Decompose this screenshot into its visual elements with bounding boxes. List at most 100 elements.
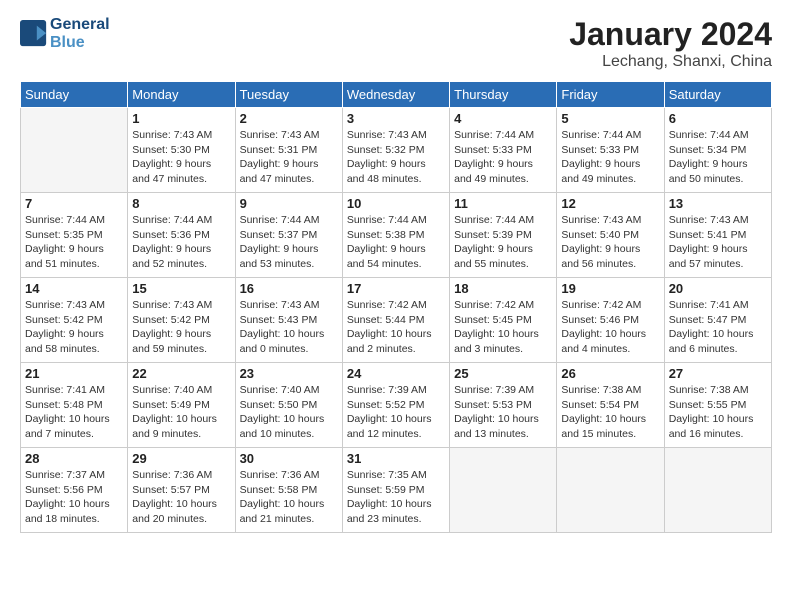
day-number: 21 [25,366,123,381]
calendar-cell: 8 Sunrise: 7:44 AMSunset: 5:36 PMDaylight… [128,193,235,278]
day-number: 23 [240,366,338,381]
day-info: Sunrise: 7:36 AMSunset: 5:58 PMDaylight:… [240,468,338,527]
calendar-cell: 19 Sunrise: 7:42 AMSunset: 5:46 PMDayligh… [557,278,664,363]
week-row-1: 1Sunrise: 7:43 AMSunset: 5:30 PMDaylight… [21,108,772,193]
day-number: 28 [25,451,123,466]
logo-blue: Blue [50,34,110,52]
day-info: Sunrise: 7:44 AMSunset: 5:36 PMDaylight:… [132,213,230,272]
day-info: Sunrise: 7:42 AMSunset: 5:44 PMDaylight:… [347,298,445,357]
day-info: Sunrise: 7:43 AMSunset: 5:42 PMDaylight:… [132,298,230,357]
calendar-cell: 18 Sunrise: 7:42 AMSunset: 5:45 PMDayligh… [450,278,557,363]
day-number: 16 [240,281,338,296]
day-number: 25 [454,366,552,381]
calendar-cell: 29 Sunrise: 7:36 AMSunset: 5:57 PMDayligh… [128,448,235,533]
day-header-tuesday: Tuesday [235,82,342,108]
day-info: Sunrise: 7:43 AMSunset: 5:43 PMDaylight:… [240,298,338,357]
calendar-cell: 9Sunrise: 7:44 AMSunset: 5:37 PMDaylight… [235,193,342,278]
day-header-sunday: Sunday [21,82,128,108]
calendar-cell [450,448,557,533]
day-number: 26 [561,366,659,381]
calendar-cell [664,448,771,533]
calendar-subtitle: Lechang, Shanxi, China [569,53,772,71]
day-number: 12 [561,196,659,211]
day-number: 10 [347,196,445,211]
calendar-cell [21,108,128,193]
day-info: Sunrise: 7:43 AMSunset: 5:32 PMDaylight:… [347,128,445,187]
calendar-cell: 25 Sunrise: 7:39 AMSunset: 5:53 PMDayligh… [450,363,557,448]
calendar-cell: 10 Sunrise: 7:44 AMSunset: 5:38 PMDayligh… [342,193,449,278]
week-row-5: 28Sunrise: 7:37 AMSunset: 5:56 PMDayligh… [21,448,772,533]
day-number: 27 [669,366,767,381]
calendar-cell: 12 Sunrise: 7:43 AMSunset: 5:40 PMDayligh… [557,193,664,278]
day-info: Sunrise: 7:36 AMSunset: 5:57 PMDaylight:… [132,468,230,527]
day-number: 1 [132,111,230,126]
calendar-cell: 22 Sunrise: 7:40 AMSunset: 5:49 PMDayligh… [128,363,235,448]
day-header-wednesday: Wednesday [342,82,449,108]
calendar-table: SundayMondayTuesdayWednesdayThursdayFrid… [20,81,772,533]
week-row-3: 14Sunrise: 7:43 AMSunset: 5:42 PMDayligh… [21,278,772,363]
day-info: Sunrise: 7:40 AMSunset: 5:49 PMDaylight:… [132,383,230,442]
calendar-cell: 28Sunrise: 7:37 AMSunset: 5:56 PMDayligh… [21,448,128,533]
day-number: 7 [25,196,123,211]
day-number: 19 [561,281,659,296]
logo-general: General [50,16,110,34]
day-info: Sunrise: 7:42 AMSunset: 5:45 PMDaylight:… [454,298,552,357]
day-number: 29 [132,451,230,466]
calendar-cell: 20 Sunrise: 7:41 AMSunset: 5:47 PMDayligh… [664,278,771,363]
week-row-4: 21Sunrise: 7:41 AMSunset: 5:48 PMDayligh… [21,363,772,448]
calendar-cell: 26 Sunrise: 7:38 AMSunset: 5:54 PMDayligh… [557,363,664,448]
header: General Blue January 2024 Lechang, Shanx… [20,16,772,71]
calendar-cell: 30 Sunrise: 7:36 AMSunset: 5:58 PMDayligh… [235,448,342,533]
calendar-cell: 31 Sunrise: 7:35 AMSunset: 5:59 PMDayligh… [342,448,449,533]
calendar-cell: 5Sunrise: 7:44 AMSunset: 5:33 PMDaylight… [557,108,664,193]
day-info: Sunrise: 7:41 AMSunset: 5:47 PMDaylight:… [669,298,767,357]
header-row: SundayMondayTuesdayWednesdayThursdayFrid… [21,82,772,108]
day-header-saturday: Saturday [664,82,771,108]
day-info: Sunrise: 7:43 AMSunset: 5:42 PMDaylight:… [25,298,123,357]
calendar-cell: 11 Sunrise: 7:44 AMSunset: 5:39 PMDayligh… [450,193,557,278]
title-section: January 2024 Lechang, Shanxi, China [569,16,772,71]
day-number: 11 [454,196,552,211]
day-header-thursday: Thursday [450,82,557,108]
day-number: 31 [347,451,445,466]
calendar-cell: 14Sunrise: 7:43 AMSunset: 5:42 PMDayligh… [21,278,128,363]
calendar-cell: 24Sunrise: 7:39 AMSunset: 5:52 PMDayligh… [342,363,449,448]
week-row-2: 7 Sunrise: 7:44 AMSunset: 5:35 PMDaylight… [21,193,772,278]
page: General Blue January 2024 Lechang, Shanx… [0,0,792,612]
day-number: 5 [561,111,659,126]
day-info: Sunrise: 7:43 AMSunset: 5:31 PMDaylight:… [240,128,338,187]
calendar-cell: 23 Sunrise: 7:40 AMSunset: 5:50 PMDayligh… [235,363,342,448]
calendar-cell: 13Sunrise: 7:43 AMSunset: 5:41 PMDayligh… [664,193,771,278]
day-number: 22 [132,366,230,381]
day-info: Sunrise: 7:40 AMSunset: 5:50 PMDaylight:… [240,383,338,442]
day-info: Sunrise: 7:44 AMSunset: 5:33 PMDaylight:… [454,128,552,187]
calendar-cell: 21Sunrise: 7:41 AMSunset: 5:48 PMDayligh… [21,363,128,448]
day-info: Sunrise: 7:44 AMSunset: 5:39 PMDaylight:… [454,213,552,272]
day-number: 18 [454,281,552,296]
day-info: Sunrise: 7:44 AMSunset: 5:35 PMDaylight:… [25,213,123,272]
day-number: 9 [240,196,338,211]
day-number: 3 [347,111,445,126]
day-number: 20 [669,281,767,296]
calendar-title: January 2024 [569,16,772,53]
calendar-cell: 2 Sunrise: 7:43 AMSunset: 5:31 PMDaylight… [235,108,342,193]
day-number: 17 [347,281,445,296]
calendar-cell: 1Sunrise: 7:43 AMSunset: 5:30 PMDaylight… [128,108,235,193]
day-info: Sunrise: 7:42 AMSunset: 5:46 PMDaylight:… [561,298,659,357]
day-info: Sunrise: 7:39 AMSunset: 5:52 PMDaylight:… [347,383,445,442]
day-number: 2 [240,111,338,126]
day-number: 30 [240,451,338,466]
day-info: Sunrise: 7:35 AMSunset: 5:59 PMDaylight:… [347,468,445,527]
day-header-friday: Friday [557,82,664,108]
day-info: Sunrise: 7:44 AMSunset: 5:34 PMDaylight:… [669,128,767,187]
calendar-cell: 7 Sunrise: 7:44 AMSunset: 5:35 PMDaylight… [21,193,128,278]
logo: General Blue [20,16,110,52]
day-info: Sunrise: 7:38 AMSunset: 5:55 PMDaylight:… [669,383,767,442]
day-info: Sunrise: 7:38 AMSunset: 5:54 PMDaylight:… [561,383,659,442]
calendar-cell: 17 Sunrise: 7:42 AMSunset: 5:44 PMDayligh… [342,278,449,363]
day-info: Sunrise: 7:44 AMSunset: 5:38 PMDaylight:… [347,213,445,272]
calendar-cell: 16 Sunrise: 7:43 AMSunset: 5:43 PMDayligh… [235,278,342,363]
day-info: Sunrise: 7:43 AMSunset: 5:40 PMDaylight:… [561,213,659,272]
day-info: Sunrise: 7:39 AMSunset: 5:53 PMDaylight:… [454,383,552,442]
day-number: 8 [132,196,230,211]
